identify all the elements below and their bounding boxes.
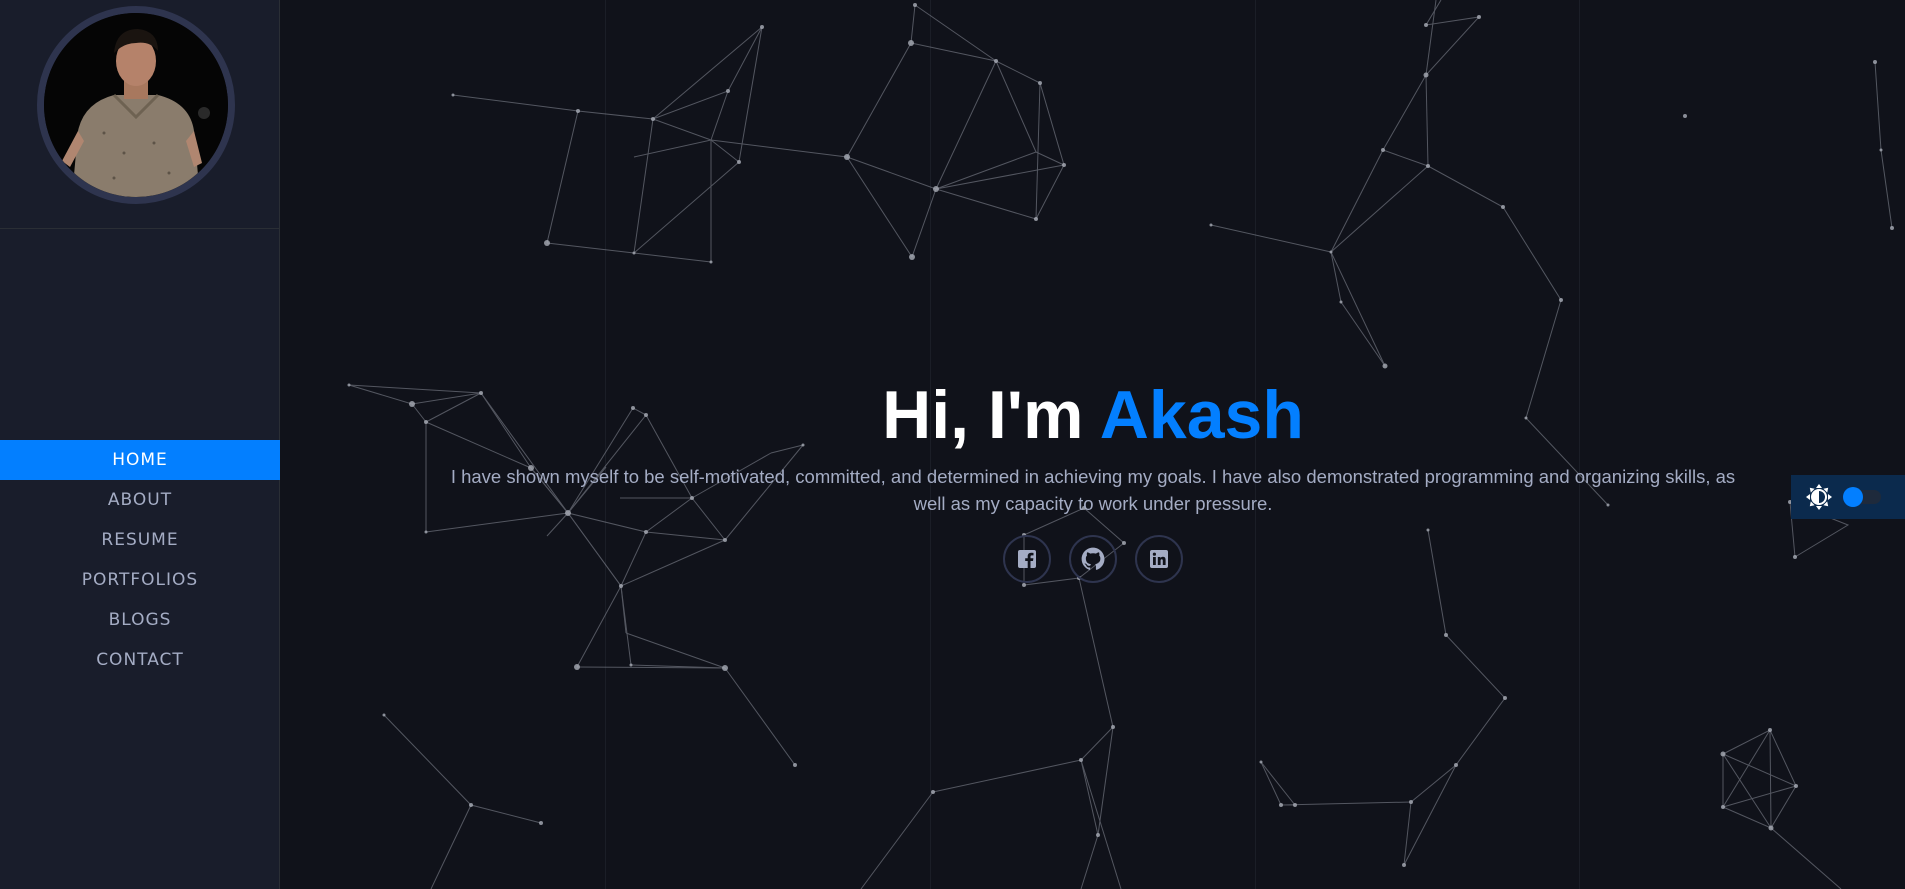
facebook-link[interactable] <box>1003 535 1051 583</box>
avatar-photo <box>44 13 228 197</box>
nav-item-contact[interactable]: CONTACT <box>0 640 280 680</box>
nav-item-home[interactable]: HOME <box>0 440 280 480</box>
github-link[interactable] <box>1069 535 1117 583</box>
dark-mode-switch[interactable] <box>1843 487 1881 507</box>
github-icon <box>1081 547 1105 570</box>
hero-section: Hi, I'm Akash I have shown myself to be … <box>281 375 1905 583</box>
theme-toggle <box>1791 475 1905 519</box>
brightness-icon[interactable] <box>1805 483 1833 511</box>
hero-greeting: Hi, I'm <box>882 377 1084 453</box>
nav-item-about[interactable]: ABOUT <box>0 480 280 520</box>
facebook-icon <box>1018 550 1036 568</box>
hero-name: Akash <box>1099 377 1304 453</box>
app: HOME ABOUT RESUME PORTFOLIOS BLOGS CONTA… <box>0 0 1905 889</box>
main-nav: HOME ABOUT RESUME PORTFOLIOS BLOGS CONTA… <box>0 440 280 680</box>
hero-title: Hi, I'm Akash <box>281 375 1905 455</box>
main-content: Hi, I'm Akash I have shown myself to be … <box>281 0 1905 889</box>
nav-item-portfolios[interactable]: PORTFOLIOS <box>0 560 280 600</box>
sidebar: HOME ABOUT RESUME PORTFOLIOS BLOGS CONTA… <box>0 0 280 889</box>
linkedin-icon <box>1150 550 1168 568</box>
linkedin-link[interactable] <box>1135 535 1183 583</box>
avatar <box>37 6 235 204</box>
nav-item-resume[interactable]: RESUME <box>0 520 280 560</box>
switch-knob <box>1843 487 1863 507</box>
hero-intro: I have shown myself to be self-motivated… <box>450 466 1736 514</box>
avatar-section <box>0 0 279 229</box>
nav-item-blogs[interactable]: BLOGS <box>0 600 280 640</box>
social-links <box>281 535 1905 583</box>
